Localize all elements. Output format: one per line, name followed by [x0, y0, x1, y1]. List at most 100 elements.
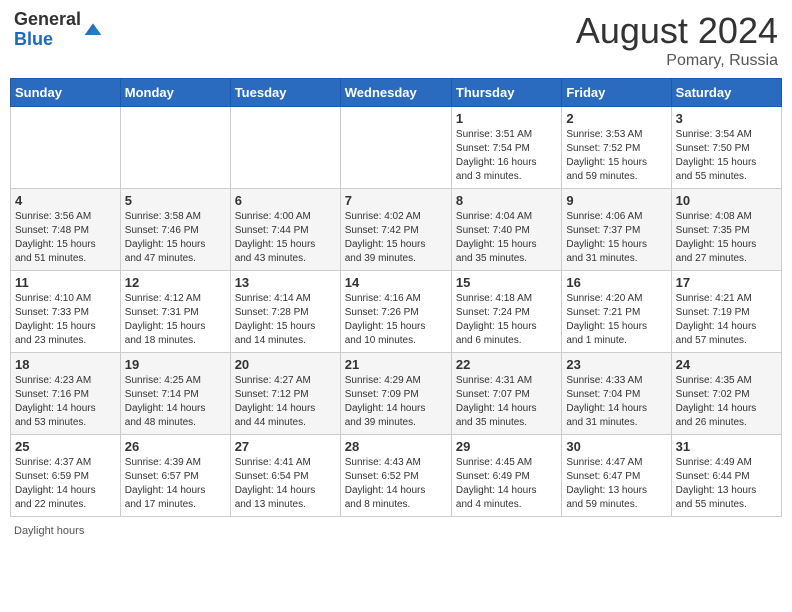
calendar-cell: 27 Sunrise: 4:41 AM Sunset: 6:54 PM Dayli… [230, 435, 340, 517]
calendar-week-2: 4 Sunrise: 3:56 AM Sunset: 7:48 PM Daylig… [11, 189, 782, 271]
calendar-week-1: 1 Sunrise: 3:51 AM Sunset: 7:54 PM Daylig… [11, 107, 782, 189]
calendar-cell: 22 Sunrise: 4:31 AM Sunset: 7:07 PM Dayli… [451, 353, 561, 435]
calendar-cell: 7 Sunrise: 4:02 AM Sunset: 7:42 PM Daylig… [340, 189, 451, 271]
calendar-cell: 21Sunrise: 4:29 AM Sunset: 7:09 PM Dayli… [340, 353, 451, 435]
day-info: Sunrise: 4:18 AM Sunset: 7:24 PM Dayligh… [456, 292, 557, 348]
calendar-cell: 31Sunrise: 4:49 AM Sunset: 6:44 PM Dayli… [671, 435, 781, 517]
day-number: 19 [125, 357, 226, 372]
day-info: Sunrise: 4:08 AM Sunset: 7:35 PM Dayligh… [676, 210, 777, 266]
day-number: 4 [15, 193, 116, 208]
day-info: Sunrise: 4:20 AM Sunset: 7:21 PM Dayligh… [566, 292, 666, 348]
calendar-cell: 13 Sunrise: 4:14 AM Sunset: 7:28 PM Dayli… [230, 271, 340, 353]
day-info: Sunrise: 4:02 AM Sunset: 7:42 PM Dayligh… [345, 210, 447, 266]
day-number: 31 [676, 439, 777, 454]
day-number: 9 [566, 193, 666, 208]
day-info: Sunrise: 4:31 AM Sunset: 7:07 PM Dayligh… [456, 374, 557, 430]
calendar-cell: 14 Sunrise: 4:16 AM Sunset: 7:26 PM Dayli… [340, 271, 451, 353]
day-number: 17 [676, 275, 777, 290]
daylight-label: Daylight hours [14, 525, 84, 537]
day-number: 1 [456, 111, 557, 126]
calendar-cell: 12Sunrise: 4:12 AM Sunset: 7:31 PM Dayli… [120, 271, 230, 353]
day-number: 10 [676, 193, 777, 208]
col-header-sunday: Sunday [11, 79, 121, 107]
calendar-cell: 17 Sunrise: 4:21 AM Sunset: 7:19 PM Dayli… [671, 271, 781, 353]
day-info: Sunrise: 4:23 AM Sunset: 7:16 PM Dayligh… [15, 374, 116, 430]
calendar-cell: 24 Sunrise: 4:35 AM Sunset: 7:02 PM Dayli… [671, 353, 781, 435]
day-number: 6 [235, 193, 336, 208]
day-number: 2 [566, 111, 666, 126]
calendar-cell: 8 Sunrise: 4:04 AM Sunset: 7:40 PM Daylig… [451, 189, 561, 271]
day-number: 23 [566, 357, 666, 372]
day-number: 24 [676, 357, 777, 372]
col-header-wednesday: Wednesday [340, 79, 451, 107]
day-info: Sunrise: 4:33 AM Sunset: 7:04 PM Dayligh… [566, 374, 666, 430]
col-header-friday: Friday [562, 79, 671, 107]
day-info: Sunrise: 4:41 AM Sunset: 6:54 PM Dayligh… [235, 456, 336, 512]
day-info: Sunrise: 3:58 AM Sunset: 7:46 PM Dayligh… [125, 210, 226, 266]
day-info: Sunrise: 3:54 AM Sunset: 7:50 PM Dayligh… [676, 128, 777, 184]
col-header-tuesday: Tuesday [230, 79, 340, 107]
day-info: Sunrise: 3:56 AM Sunset: 7:48 PM Dayligh… [15, 210, 116, 266]
day-info: Sunrise: 4:21 AM Sunset: 7:19 PM Dayligh… [676, 292, 777, 348]
day-number: 13 [235, 275, 336, 290]
calendar-cell: 15Sunrise: 4:18 AM Sunset: 7:24 PM Dayli… [451, 271, 561, 353]
day-number: 8 [456, 193, 557, 208]
day-info: Sunrise: 4:04 AM Sunset: 7:40 PM Dayligh… [456, 210, 557, 266]
day-info: Sunrise: 4:29 AM Sunset: 7:09 PM Dayligh… [345, 374, 447, 430]
calendar-cell: 18 Sunrise: 4:23 AM Sunset: 7:16 PM Dayli… [11, 353, 121, 435]
day-info: Sunrise: 4:37 AM Sunset: 6:59 PM Dayligh… [15, 456, 116, 512]
day-info: Sunrise: 3:53 AM Sunset: 7:52 PM Dayligh… [566, 128, 666, 184]
day-info: Sunrise: 4:39 AM Sunset: 6:57 PM Dayligh… [125, 456, 226, 512]
day-info: Sunrise: 4:43 AM Sunset: 6:52 PM Dayligh… [345, 456, 447, 512]
calendar-cell: 9 Sunrise: 4:06 AM Sunset: 7:37 PM Daylig… [562, 189, 671, 271]
calendar-cell: 1 Sunrise: 3:51 AM Sunset: 7:54 PM Daylig… [451, 107, 561, 189]
title-block: August 2024 Pomary, Russia [576, 10, 778, 70]
day-info: Sunrise: 4:06 AM Sunset: 7:37 PM Dayligh… [566, 210, 666, 266]
month-year-title: August 2024 [576, 10, 778, 52]
calendar-table: SundayMondayTuesdayWednesdayThursdayFrid… [10, 78, 782, 517]
day-info: Sunrise: 3:51 AM Sunset: 7:54 PM Dayligh… [456, 128, 557, 184]
day-number: 25 [15, 439, 116, 454]
calendar-cell [11, 107, 121, 189]
calendar-cell [230, 107, 340, 189]
day-number: 5 [125, 193, 226, 208]
day-number: 18 [15, 357, 116, 372]
calendar-week-3: 11Sunrise: 4:10 AM Sunset: 7:33 PM Dayli… [11, 271, 782, 353]
calendar-cell: 29Sunrise: 4:45 AM Sunset: 6:49 PM Dayli… [451, 435, 561, 517]
day-info: Sunrise: 4:25 AM Sunset: 7:14 PM Dayligh… [125, 374, 226, 430]
calendar-cell: 25 Sunrise: 4:37 AM Sunset: 6:59 PM Dayli… [11, 435, 121, 517]
logo-blue: Blue [14, 29, 53, 49]
calendar-cell [120, 107, 230, 189]
logo: General Blue [14, 10, 103, 50]
logo-text: General Blue [14, 10, 81, 50]
calendar-cell: 30 Sunrise: 4:47 AM Sunset: 6:47 PM Dayli… [562, 435, 671, 517]
day-number: 3 [676, 111, 777, 126]
day-info: Sunrise: 4:16 AM Sunset: 7:26 PM Dayligh… [345, 292, 447, 348]
day-info: Sunrise: 4:47 AM Sunset: 6:47 PM Dayligh… [566, 456, 666, 512]
day-number: 16 [566, 275, 666, 290]
calendar-cell: 19 Sunrise: 4:25 AM Sunset: 7:14 PM Dayli… [120, 353, 230, 435]
day-info: Sunrise: 4:10 AM Sunset: 7:33 PM Dayligh… [15, 292, 116, 348]
day-info: Sunrise: 4:35 AM Sunset: 7:02 PM Dayligh… [676, 374, 777, 430]
calendar-cell: 5 Sunrise: 3:58 AM Sunset: 7:46 PM Daylig… [120, 189, 230, 271]
day-number: 27 [235, 439, 336, 454]
calendar-cell: 11Sunrise: 4:10 AM Sunset: 7:33 PM Dayli… [11, 271, 121, 353]
location-subtitle: Pomary, Russia [576, 52, 778, 70]
day-number: 14 [345, 275, 447, 290]
day-number: 22 [456, 357, 557, 372]
calendar-week-4: 18 Sunrise: 4:23 AM Sunset: 7:16 PM Dayli… [11, 353, 782, 435]
day-info: Sunrise: 4:14 AM Sunset: 7:28 PM Dayligh… [235, 292, 336, 348]
day-number: 30 [566, 439, 666, 454]
calendar-cell: 26Sunrise: 4:39 AM Sunset: 6:57 PM Dayli… [120, 435, 230, 517]
page-header: General Blue August 2024 Pomary, Russia [10, 10, 782, 70]
calendar-cell: 20Sunrise: 4:27 AM Sunset: 7:12 PM Dayli… [230, 353, 340, 435]
calendar-cell [340, 107, 451, 189]
calendar-cell: 16 Sunrise: 4:20 AM Sunset: 7:21 PM Dayli… [562, 271, 671, 353]
calendar-week-5: 25 Sunrise: 4:37 AM Sunset: 6:59 PM Dayli… [11, 435, 782, 517]
calendar-cell: 4 Sunrise: 3:56 AM Sunset: 7:48 PM Daylig… [11, 189, 121, 271]
col-header-saturday: Saturday [671, 79, 781, 107]
logo-general: General [14, 9, 81, 29]
calendar-cell: 2 Sunrise: 3:53 AM Sunset: 7:52 PM Daylig… [562, 107, 671, 189]
day-number: 7 [345, 193, 447, 208]
calendar-cell: 28Sunrise: 4:43 AM Sunset: 6:52 PM Dayli… [340, 435, 451, 517]
